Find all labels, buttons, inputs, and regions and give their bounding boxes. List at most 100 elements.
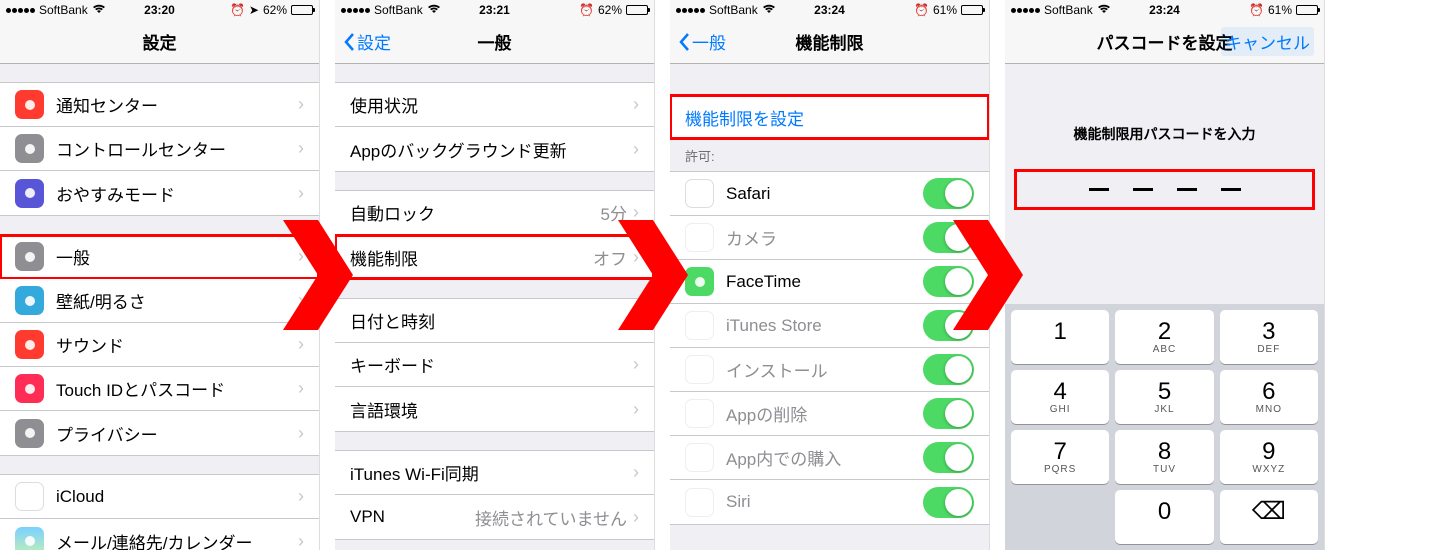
row-label: コントロールセンター [56, 136, 298, 161]
enable-restrictions-label: 機能制限を設定 [685, 105, 974, 130]
gear-icon [15, 242, 44, 271]
siri-icon [685, 488, 714, 517]
key-letters: DEF [1257, 344, 1280, 355]
passcode-dash [1133, 188, 1153, 191]
settings-row[interactable]: 使用状況› [335, 83, 654, 127]
keypad-delete[interactable]: ⌫ [1220, 490, 1318, 544]
settings-row[interactable]: サウンド› [0, 323, 319, 367]
passcode-prompt: 機能制限用パスコードを入力 [1005, 124, 1324, 144]
app-row: Siri [670, 480, 989, 524]
status-bar: SoftBank 23:21 ⏰ 62% [335, 0, 654, 20]
general-group-1: 使用状況›Appのバックグラウンド更新› [335, 82, 654, 172]
key-letters: PQRS [1044, 464, 1076, 475]
enable-restrictions-button[interactable]: 機能制限を設定 [670, 95, 989, 139]
key-letters: ABC [1153, 344, 1177, 355]
settings-row[interactable]: iTunes Wi-Fi同期› [335, 451, 654, 495]
speaker-icon [15, 330, 44, 359]
key-letters: WXYZ [1252, 464, 1285, 475]
settings-row[interactable]: 壁紙/明るさ› [0, 279, 319, 323]
screen-passcode: SoftBank 23:24 ⏰ 61% パスコードを設定 キャンセル 機能制限… [1005, 0, 1325, 550]
passcode-dash [1089, 188, 1109, 191]
app-row: iTunes Store [670, 304, 989, 348]
row-label: iTunes Wi-Fi同期 [350, 460, 633, 485]
keypad-key-7[interactable]: 7PQRS [1011, 430, 1109, 484]
status-time: 23:24 [1005, 3, 1324, 17]
settings-row[interactable]: 機能制限オフ› [335, 235, 654, 279]
row-label: メール/連絡先/カレンダー [56, 529, 298, 550]
page-title: 機能制限 [670, 29, 989, 54]
keypad-key-3[interactable]: 3DEF [1220, 310, 1318, 364]
step-arrow [290, 0, 345, 550]
key-number: 4 [1053, 380, 1066, 404]
settings-row[interactable]: 一般› [0, 235, 319, 279]
row-value: 接続されていません [475, 505, 627, 530]
facetime-icon [685, 267, 714, 296]
key-number: 5 [1158, 380, 1171, 404]
wallpaper-icon [15, 286, 44, 315]
settings-row[interactable]: 日付と時刻› [335, 299, 654, 343]
keypad-key-8[interactable]: 8TUV [1115, 430, 1213, 484]
keypad-key-2[interactable]: 2ABC [1115, 310, 1213, 364]
app-label: Appの削除 [726, 401, 923, 426]
step-arrow [960, 0, 1015, 550]
settings-row[interactable]: VPN接続されていません› [335, 495, 654, 539]
appstore-icon [685, 355, 714, 384]
key-number: 7 [1053, 440, 1066, 464]
fingerprint-icon [15, 374, 44, 403]
row-label: 壁紙/明るさ [56, 288, 298, 313]
settings-group-1: 通知センター›コントロールセンター›おやすみモード› [0, 82, 319, 216]
allow-header: 許可: [670, 140, 989, 171]
moon-icon [15, 179, 44, 208]
keypad-key-4[interactable]: 4GHI [1011, 370, 1109, 424]
battery-icon [1296, 5, 1318, 15]
app-label: インストール [726, 357, 923, 382]
settings-row[interactable]: キーボード› [335, 343, 654, 387]
safari-icon [685, 179, 714, 208]
key-number: 6 [1262, 380, 1275, 404]
key-letters: TUV [1153, 464, 1176, 475]
settings-row[interactable]: Appのバックグラウンド更新› [335, 127, 654, 171]
row-label: 言語環境 [350, 397, 633, 422]
keypad-key-6[interactable]: 6MNO [1220, 370, 1318, 424]
row-label: iCloud [56, 487, 298, 507]
passcode-dashes [1015, 170, 1314, 209]
appstore-icon [685, 399, 714, 428]
row-label: Appのバックグラウンド更新 [350, 137, 633, 162]
settings-row[interactable]: 通知センター› [0, 83, 319, 127]
status-time: 23:21 [335, 3, 654, 17]
status-bar: SoftBank 23:24 ⏰ 61% [670, 0, 989, 20]
row-label: 一般 [56, 244, 298, 269]
app-row: Safari [670, 172, 989, 216]
keypad-key-1[interactable]: 1 [1011, 310, 1109, 364]
settings-row[interactable]: 自動ロック5分› [335, 191, 654, 235]
mail-icon [15, 527, 44, 550]
row-label: 自動ロック [350, 200, 601, 225]
status-bar: SoftBank 23:24 ⏰ 61% [1005, 0, 1324, 20]
settings-row[interactable]: プライバシー› [0, 411, 319, 455]
row-label: 通知センター [56, 92, 298, 117]
page-title: 設定 [0, 29, 319, 54]
settings-row[interactable]: iCloud› [0, 475, 319, 519]
screen-settings: SoftBank 23:20 ⏰ ➤ 62% 設定 通知センター›コントロールセ… [0, 0, 320, 550]
app-label: Safari [726, 184, 923, 204]
settings-row[interactable]: おやすみモード› [0, 171, 319, 215]
app-label: iTunes Store [726, 316, 923, 336]
key-number: 2 [1158, 320, 1171, 344]
cancel-button[interactable]: キャンセル [1221, 27, 1314, 56]
numeric-keypad: 1 2ABC3DEF4GHI5JKL6MNO7PQRS8TUV9WXYZ0 ⌫ [1005, 304, 1324, 550]
settings-row[interactable]: 言語環境› [335, 387, 654, 431]
settings-row[interactable]: Touch IDとパスコード› [0, 367, 319, 411]
key-number: 1 [1053, 320, 1066, 344]
row-label: おやすみモード [56, 181, 298, 206]
status-time: 23:20 [0, 3, 319, 17]
settings-row[interactable]: メール/連絡先/カレンダー› [0, 519, 319, 550]
keypad-key-0[interactable]: 0 [1115, 490, 1213, 544]
key-letters: MNO [1256, 404, 1282, 415]
keypad-key-5[interactable]: 5JKL [1115, 370, 1213, 424]
notification-icon [15, 90, 44, 119]
row-label: 使用状況 [350, 92, 633, 117]
keypad-key-9[interactable]: 9WXYZ [1220, 430, 1318, 484]
nav-bar: 一般 機能制限 [670, 20, 989, 64]
settings-row[interactable]: コントロールセンター› [0, 127, 319, 171]
app-row: Appの削除 [670, 392, 989, 436]
